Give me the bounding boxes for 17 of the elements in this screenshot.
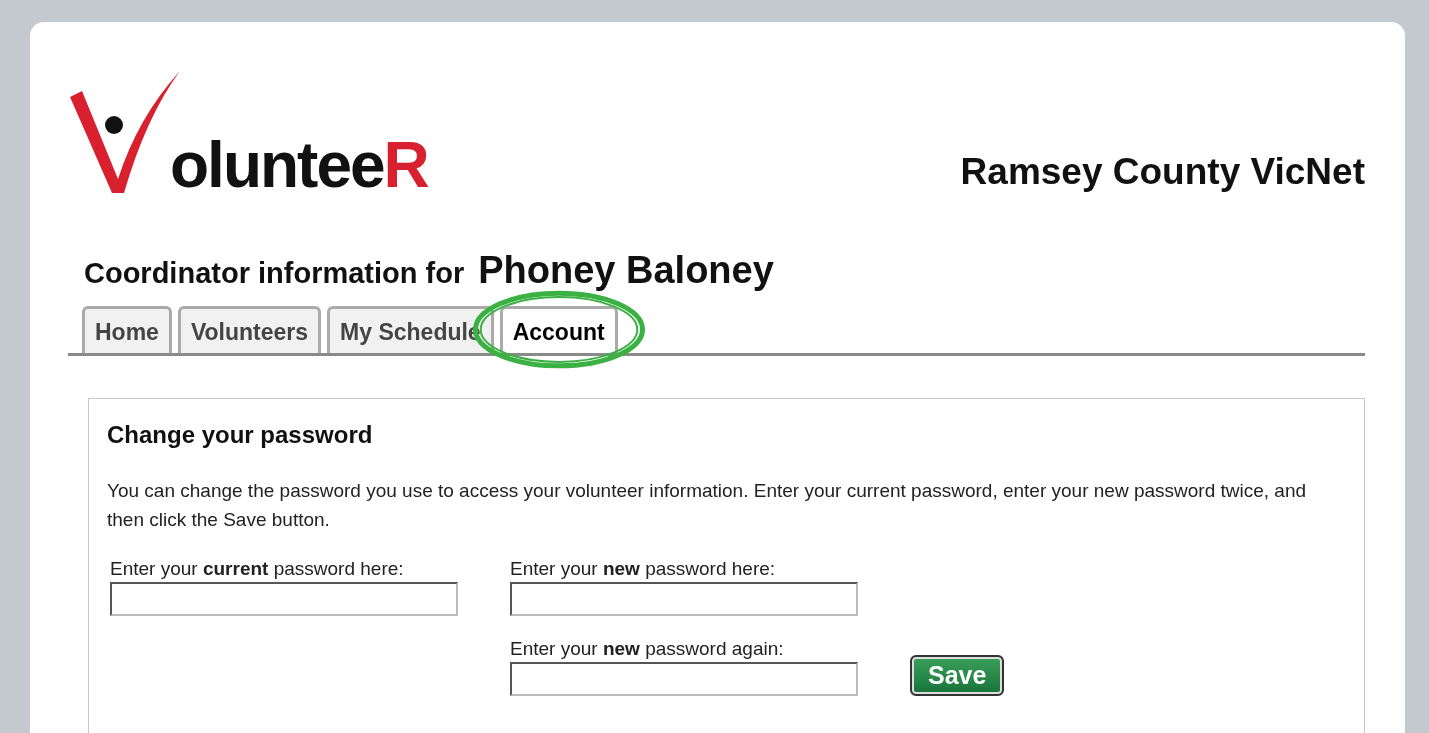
save-button[interactable]: Save: [910, 655, 1005, 696]
field-label: Enter your new password here:: [510, 558, 777, 580]
coordinator-name: Phoney Baloney: [478, 249, 774, 292]
field-label: Enter your current password here:: [110, 558, 405, 580]
heading-label: Coordinator information for: [84, 257, 465, 290]
password-field[interactable]: [110, 582, 458, 616]
intro-text: You can change the password you use to access your volunteer information. Enter your current password, enter your new password twice, and then click the Save button.: [107, 479, 1308, 532]
field-label: Enter your new password again:: [510, 638, 785, 660]
logo-text: R: [383, 137, 430, 195]
site-title: Ramsey County VicNet: [960, 151, 1365, 193]
tab[interactable]: Volunteers: [177, 306, 322, 353]
panel-title: Change your password: [107, 421, 374, 449]
tab[interactable]: Home: [82, 306, 172, 353]
password-field[interactable]: [510, 582, 858, 616]
tab[interactable]: Account: [499, 306, 618, 353]
password-field[interactable]: [510, 662, 858, 696]
logo-text: oluntee: [170, 137, 384, 195]
